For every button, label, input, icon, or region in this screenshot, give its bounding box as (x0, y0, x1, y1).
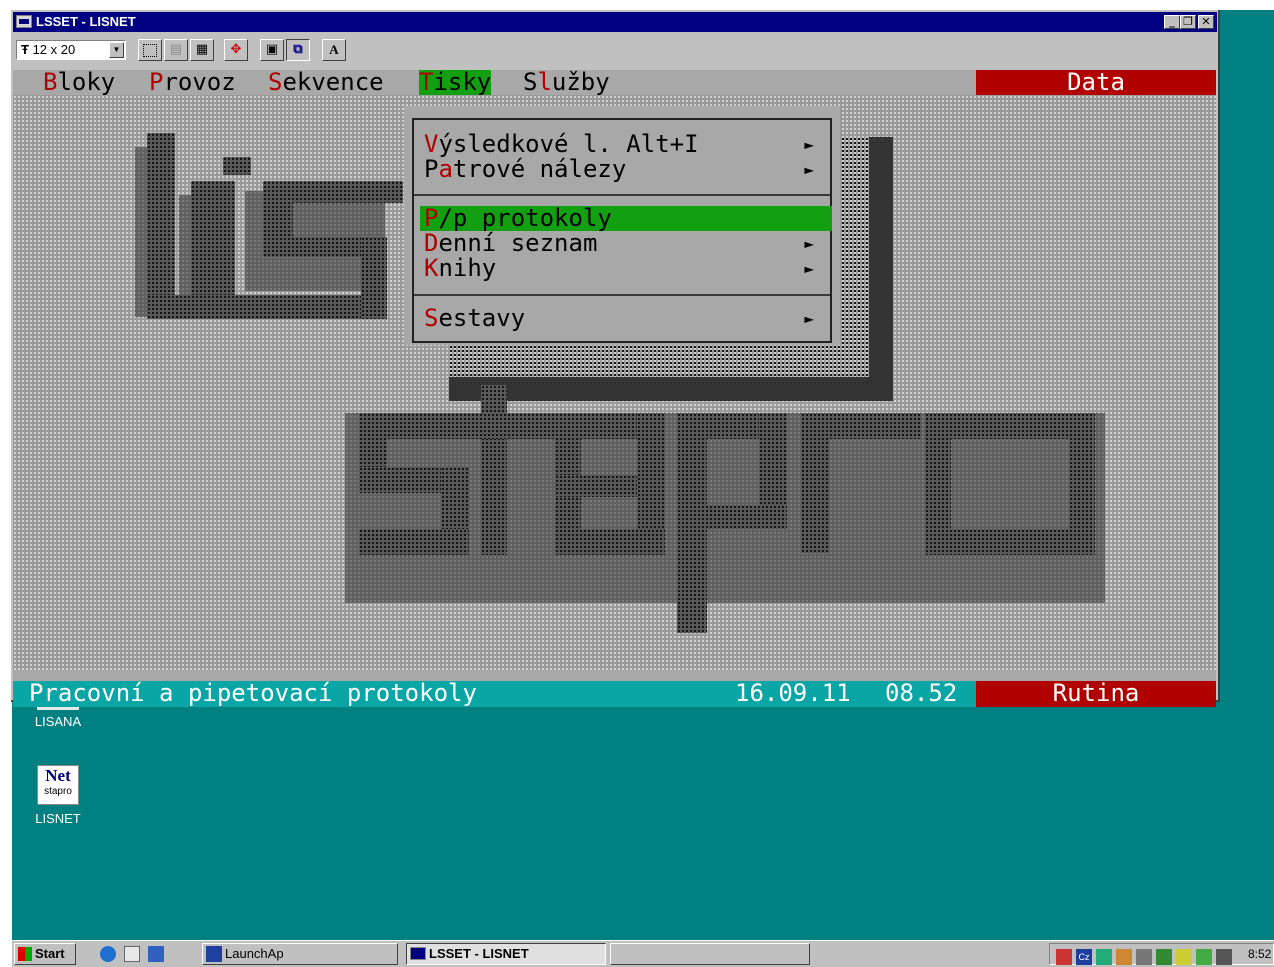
background-button[interactable]: ⧉ (286, 39, 310, 61)
menu-item-knihy[interactable]: Knihy ► (424, 256, 834, 281)
tray-icon[interactable] (1216, 949, 1232, 965)
taskbar-lsset-lisnet[interactable]: LSSET - LISNET (406, 943, 606, 965)
tray-icon[interactable] (1116, 949, 1132, 965)
launchap-icon (206, 946, 222, 962)
submenu-arrow-icon: ► (804, 259, 814, 278)
status-date: 16.09.11 (735, 679, 851, 707)
minimize-button[interactable]: _ (1164, 15, 1180, 29)
start-button[interactable]: Start (14, 943, 76, 965)
paste-icon: ▦ (195, 42, 209, 57)
copy-icon: ▤ (169, 42, 183, 57)
windows-logo-icon (18, 947, 32, 961)
tisky-dropdown: Výsledkové l. Alt+I ► Patrové nálezy ► P/p… (404, 106, 840, 345)
submenu-arrow-icon: ► (804, 160, 814, 179)
data-badge[interactable]: Data (976, 70, 1216, 95)
clock[interactable]: 8:52 (1248, 947, 1271, 961)
submenu-arrow-icon: ► (804, 309, 814, 328)
menu-item-sestavy[interactable]: Sestavy ► (424, 306, 834, 331)
restore-button[interactable]: ❐ (1180, 15, 1196, 29)
font-letter-icon: A (329, 42, 339, 57)
submenu-arrow-icon: ► (804, 234, 814, 253)
status-time: 08.52 (885, 679, 958, 707)
desktop-icon-label: LISANA (34, 714, 82, 729)
menu-item-vysledkove[interactable]: Výsledkové l. Alt+I ► (424, 132, 834, 157)
properties-button[interactable]: ▣ (260, 39, 284, 61)
language-icon[interactable]: Cz (1076, 949, 1092, 965)
system-tray: Cz 8:52 (1049, 943, 1274, 965)
close-button[interactable]: ✕ (1198, 15, 1214, 29)
ie-icon[interactable] (100, 946, 116, 962)
menu-item-pp-protokoly[interactable]: P/p protokoly (420, 206, 832, 231)
tray-icon[interactable] (1176, 949, 1192, 965)
window-title: LSSET - LISNET (36, 14, 136, 29)
network-icon[interactable] (1156, 949, 1172, 965)
tray-icon[interactable] (1096, 949, 1112, 965)
menu-separator (414, 194, 830, 196)
mode-badge: Rutina (976, 681, 1216, 707)
mark-icon (143, 44, 157, 57)
tray-icon[interactable] (1056, 949, 1072, 965)
menu-tisky[interactable]: Tisky (419, 70, 492, 95)
console-icon (410, 947, 426, 960)
status-bar: Pracovní a pipetovací protokoly 16.09.11… (13, 681, 1216, 707)
fullscreen-button[interactable]: ✥ (224, 39, 248, 61)
console-toolbar: Ŧ 12 x 20 ▼ ▤ ▦ ✥ ▣ ⧉ A (13, 36, 1217, 66)
fullscreen-icon: ✥ (230, 42, 242, 57)
menu-sluzby[interactable]: Služby (523, 70, 610, 95)
taskbar-launchap[interactable]: LaunchAp (202, 943, 398, 965)
volume-icon[interactable] (1136, 949, 1152, 965)
menu-item-patrove[interactable]: Patrové nálezy ► (424, 157, 834, 182)
menu-separator (414, 294, 830, 296)
background-icon: ⧉ (293, 42, 303, 57)
app-window: LSSET - LISNET _ ❐ ✕ Ŧ 12 x 20 ▼ ▤ ▦ ✥ ▣… (11, 10, 1220, 707)
menu-provoz[interactable]: Provoz (149, 70, 236, 95)
font-icon: Ŧ (21, 42, 33, 57)
menu-bloky[interactable]: Bloky (43, 70, 115, 95)
monitor-icon[interactable] (1196, 949, 1212, 965)
submenu-arrow-icon: ► (804, 135, 814, 154)
font-size-select[interactable]: Ŧ 12 x 20 ▼ (16, 40, 126, 60)
properties-icon: ▣ (265, 42, 279, 57)
desktop-icon-label: LISNET (35, 811, 81, 826)
sluzby-rest: užby (551, 68, 610, 96)
chevron-down-icon[interactable]: ▼ (109, 42, 124, 58)
mark-button[interactable] (138, 39, 162, 61)
status-text: Pracovní a pipetovací protokoly (29, 679, 477, 707)
console-window-icon[interactable] (16, 15, 32, 28)
console-area[interactable]: Bloky Provoz Sekvence Tisky Služby Data … (13, 70, 1216, 707)
lisnet-icon: Net stapro (37, 765, 79, 805)
menu-item-denni-seznam[interactable]: Denní seznam ► (424, 231, 834, 256)
outlook-icon[interactable] (124, 946, 140, 962)
taskbar-empty-slot[interactable] (610, 943, 810, 965)
desktop-icon-lisnet[interactable]: Net stapro LISNET (18, 765, 98, 826)
taskbar: Start LaunchAp LSSET - LISNET Cz 8:52 (12, 940, 1274, 967)
menu-sekvence[interactable]: Sekvence (268, 70, 384, 95)
desktop-icon[interactable] (148, 946, 164, 962)
copy-button[interactable]: ▤ (164, 39, 188, 61)
paste-button[interactable]: ▦ (190, 39, 214, 61)
menu-bar: Bloky Provoz Sekvence Tisky Služby Data (13, 70, 1216, 95)
font-button[interactable]: A (322, 39, 346, 61)
title-bar[interactable]: LSSET - LISNET _ ❐ ✕ (13, 12, 1217, 32)
